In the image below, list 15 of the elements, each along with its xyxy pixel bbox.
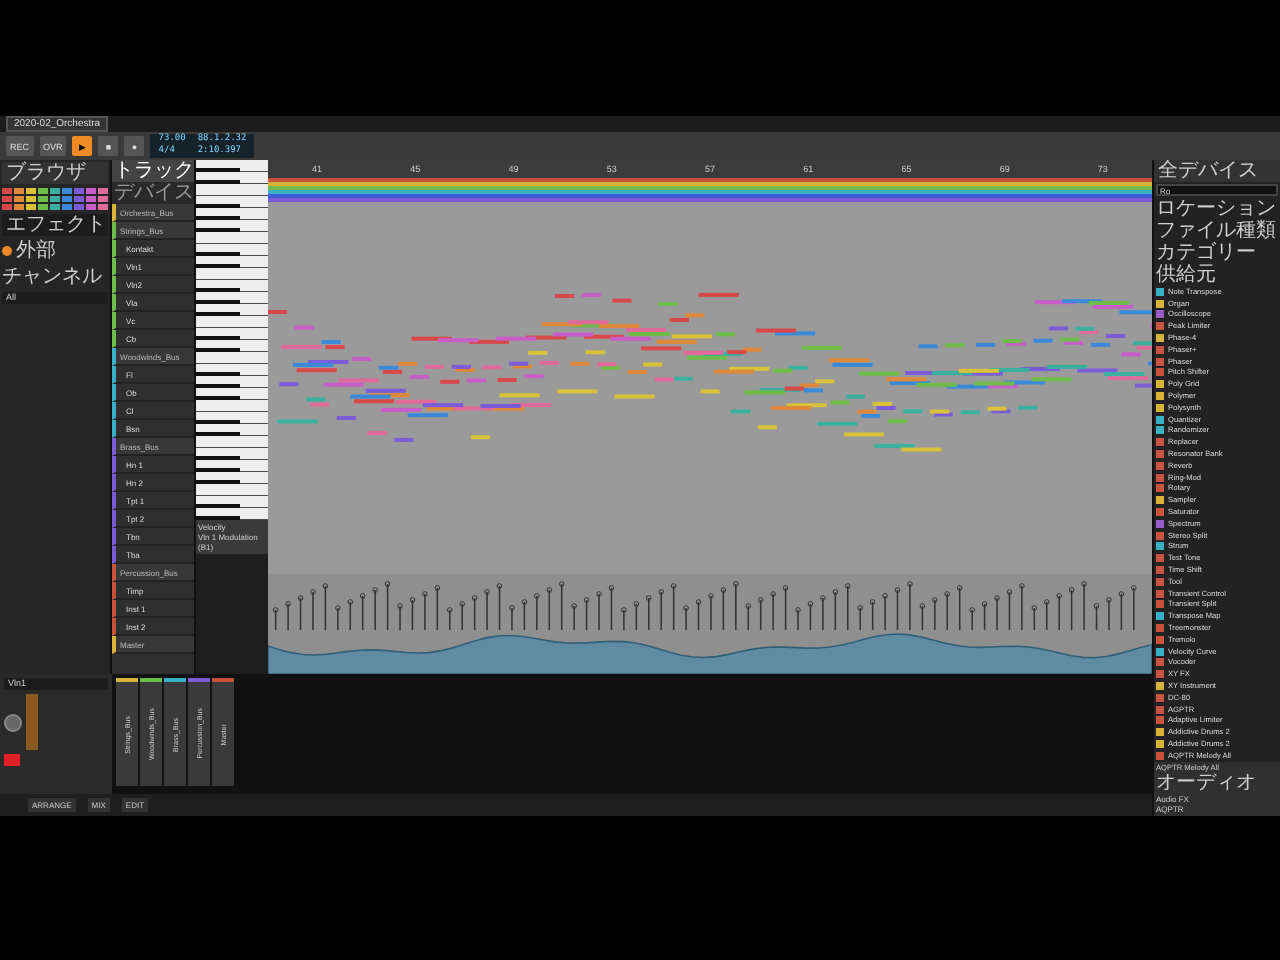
knob-icon[interactable] <box>4 713 22 731</box>
filter-option[interactable]: ファイル種類 <box>1156 220 1278 242</box>
circle-icon <box>2 246 12 256</box>
level-meter <box>26 694 38 750</box>
inspector-title: 外部 <box>16 240 56 262</box>
panel-tab[interactable]: トラック <box>112 160 194 182</box>
panel-tab[interactable]: デバイス <box>112 182 194 204</box>
filter-option[interactable]: ロケーション <box>1156 198 1278 220</box>
filter-option[interactable]: 供給元 <box>1156 264 1278 286</box>
footer-label: オーディオ <box>1156 772 1258 794</box>
panel-header: 全デバイス <box>1154 160 1280 182</box>
channel-label: チャンネル <box>2 266 104 288</box>
filter-option[interactable]: カテゴリー <box>1156 242 1278 264</box>
panel-header: ブラウザ <box>2 162 108 184</box>
preset-field[interactable]: エフェクト <box>2 214 108 236</box>
